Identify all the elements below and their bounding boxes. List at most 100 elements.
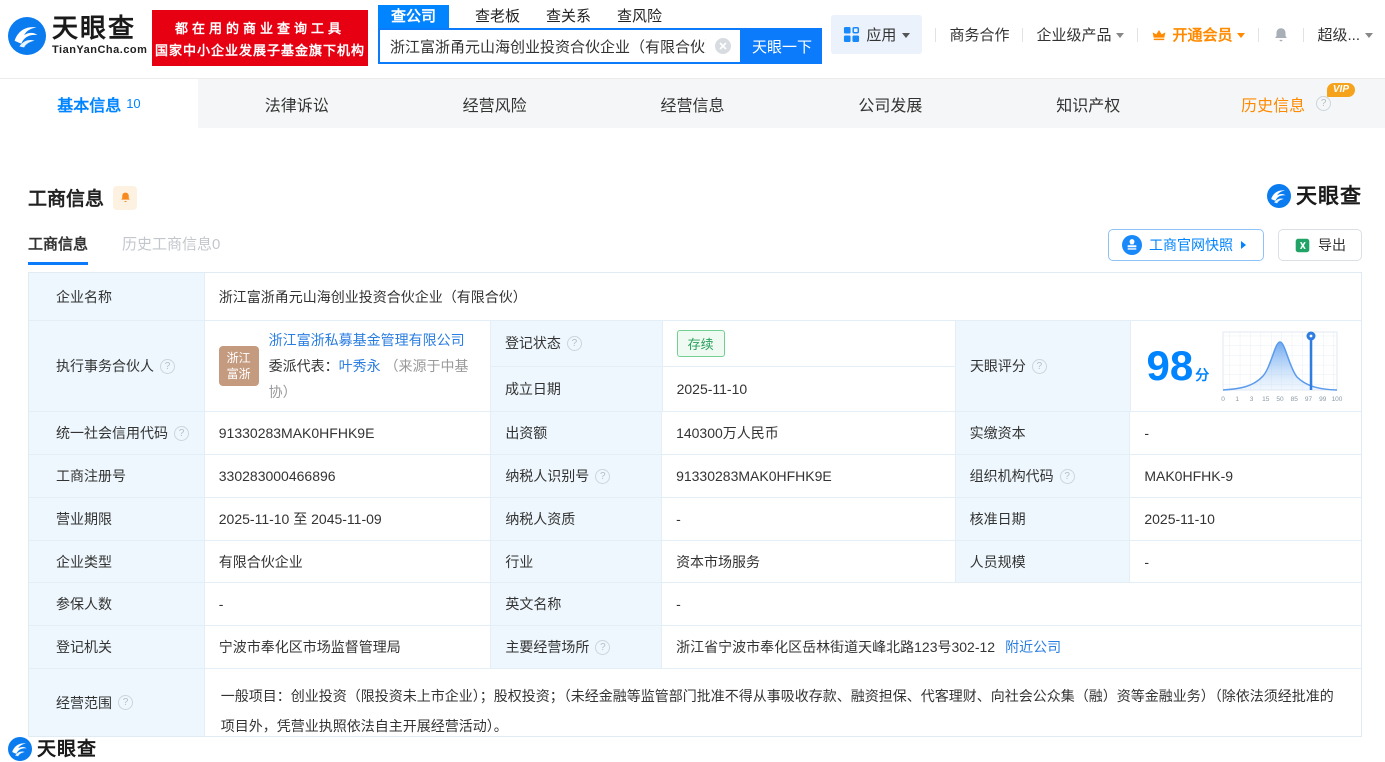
divider: [935, 27, 937, 42]
authority-value: 宁波市奉化区市场监督管理局: [203, 626, 491, 668]
tab-intellectual-property[interactable]: 知识产权: [989, 79, 1187, 128]
score-distribution-chart: 0 1 3 15 50 85 97 99 100: [1221, 331, 1343, 403]
company-type-value: 有限合伙企业: [203, 541, 491, 582]
footer-logo[interactable]: 天眼查: [8, 737, 97, 761]
vip-crown-icon: [1153, 29, 1166, 40]
subtab-history-business-info[interactable]: 历史工商信息0: [122, 233, 220, 265]
watermark-logo: 天眼查: [1267, 184, 1362, 208]
tab-basic-info[interactable]: 基本信息 10: [0, 79, 198, 128]
tab-company-development[interactable]: 公司发展: [791, 79, 989, 128]
help-icon[interactable]: ?: [595, 639, 611, 655]
tab-operation-info[interactable]: 经营信息: [594, 79, 792, 128]
promo-banner: 都在用的商业查询工具 国家中小企业发展子基金旗下机构: [152, 10, 368, 66]
svg-text:1: 1: [1236, 396, 1240, 403]
help-icon[interactable]: ?: [160, 358, 175, 374]
tab-label: 历史信息: [1241, 97, 1306, 115]
address-text: 浙江省宁波市奉化区岳林街道天峰北路123号302-12: [676, 639, 996, 655]
search-input-box: [378, 28, 742, 64]
nearby-companies-link[interactable]: 附近公司: [1005, 637, 1061, 657]
capital-label: 出资额: [490, 412, 662, 454]
tab-history-info[interactable]: VIP 历史信息 ?: [1187, 79, 1385, 128]
tab-label: 基本信息: [57, 97, 122, 115]
company-name-label: 企业名称: [29, 273, 204, 320]
logo-swirl-icon: [1267, 184, 1291, 208]
tab-label: 公司发展: [858, 97, 923, 115]
brand-name: 天眼查: [37, 738, 98, 760]
divider: [1303, 27, 1305, 42]
established-date-value: 2025-11-10: [661, 366, 955, 411]
brand-name: 天眼查: [1296, 184, 1362, 208]
search-button[interactable]: 天眼一下: [742, 28, 822, 64]
table-row: 企业名称 浙江富浙甬元山海创业投资合伙企业（有限合伙）: [29, 273, 1361, 320]
tab-legal[interactable]: 法律诉讼: [198, 79, 396, 128]
executive-partner-label: 执行事务合伙人 ?: [29, 321, 204, 411]
partner-company-link[interactable]: 浙江富浙私募基金管理有限公司: [269, 332, 465, 348]
divider: [1258, 27, 1260, 42]
subtabs: 工商信息 历史工商信息0: [28, 233, 220, 265]
taxqual-value: -: [661, 498, 955, 540]
svg-text:50: 50: [1277, 396, 1285, 403]
bell-icon: [120, 192, 130, 203]
table-row: 登记机关 宁波市奉化区市场监督管理局 主要经营场所 ? 浙江省宁波市奉化区岳林街…: [29, 625, 1361, 668]
search-tabs: 查公司 查老板 查关系 查风险: [378, 5, 822, 28]
help-icon[interactable]: ?: [1031, 358, 1047, 374]
authority-label: 登记机关: [29, 626, 204, 668]
help-icon[interactable]: ?: [595, 468, 611, 484]
nav-enterprise-products[interactable]: 企业级产品: [1036, 24, 1125, 45]
table-row: 工商注册号 330283000466896 纳税人识别号 ? 91330283M…: [29, 454, 1361, 497]
term-value: 2025-11-10 至 2045-11-09: [203, 498, 491, 540]
partner-logo: 浙江 富浙: [218, 346, 259, 386]
chevron-down-icon: [1365, 32, 1373, 42]
official-snapshot-button[interactable]: 工商官网快照: [1108, 229, 1264, 261]
subtab-business-info[interactable]: 工商信息: [28, 233, 89, 265]
chevron-down-icon: [1237, 32, 1246, 42]
search-tab-company[interactable]: 查公司: [378, 5, 450, 28]
tianyancha-logo[interactable]: 天眼查 TianYanCha.com: [8, 15, 147, 56]
approved-value: 2025-11-10: [1129, 498, 1361, 540]
export-label: 导出: [1318, 237, 1346, 253]
monitor-bell-button[interactable]: [113, 185, 138, 210]
chevron-down-icon: [902, 32, 911, 42]
nav-account[interactable]: 超级...: [1317, 24, 1373, 45]
notification-bell-icon[interactable]: [1272, 26, 1290, 44]
svg-text:3: 3: [1250, 396, 1254, 403]
tab-operation-risk[interactable]: 经营风险: [396, 79, 594, 128]
insured-label: 参保人数: [29, 583, 204, 625]
table-row: 执行事务合伙人 ? 浙江 富浙 浙江富浙私募基金管理有限公司 委派代表：叶秀永 …: [29, 320, 1361, 411]
insured-value: -: [203, 583, 491, 625]
export-button[interactable]: 导出: [1278, 229, 1362, 261]
business-scope-value: 一般项目：创业投资（限投资未上市企业）；股权投资；（未经金融等监管部门批准不得从…: [203, 669, 1361, 736]
header-nav: 应用 商务合作 企业级产品 开通会员 超级...: [831, 15, 1373, 54]
chevron-down-icon: [1116, 32, 1125, 42]
status-badge: 存续: [676, 329, 725, 357]
clear-icon[interactable]: [714, 37, 732, 55]
help-icon[interactable]: ?: [1059, 468, 1075, 484]
logo-swirl-icon: [8, 16, 46, 55]
tab-label: 法律诉讼: [264, 97, 329, 115]
rep-name-link[interactable]: 叶秀永: [339, 358, 381, 374]
established-date-label: 成立日期: [490, 366, 662, 411]
help-icon[interactable]: ?: [118, 695, 133, 710]
nav-cooperation[interactable]: 商务合作: [949, 24, 1009, 45]
label-text: 执行事务合伙人: [56, 358, 154, 374]
apps-menu[interactable]: 应用: [831, 15, 923, 54]
help-icon[interactable]: ?: [566, 335, 582, 351]
stamp-icon: [1122, 235, 1142, 255]
tianyan-score-cell[interactable]: 98 分 0 1 3 15 50 85 97 99 100: [1129, 321, 1361, 411]
paidin-label: 实缴资本: [954, 412, 1130, 454]
search-input[interactable]: [380, 30, 740, 62]
search-tab-relation[interactable]: 查关系: [546, 5, 591, 28]
nav-open-vip[interactable]: 开通会员: [1151, 24, 1246, 45]
svg-text:97: 97: [1305, 396, 1313, 403]
help-icon[interactable]: ?: [174, 425, 189, 441]
vip-badge: VIP: [1326, 83, 1356, 97]
search-tab-risk[interactable]: 查风险: [617, 5, 662, 28]
address-label: 主要经营场所 ?: [490, 626, 662, 668]
section-title: 工商信息: [28, 189, 105, 210]
english-name-value: -: [661, 583, 1361, 625]
brand-domain: TianYanCha.com: [52, 44, 148, 56]
help-icon[interactable]: ?: [1316, 96, 1332, 111]
search-tab-boss[interactable]: 查老板: [475, 5, 520, 28]
tab-label: 经营风险: [462, 97, 527, 115]
vip-label: 开通会员: [1172, 27, 1233, 44]
